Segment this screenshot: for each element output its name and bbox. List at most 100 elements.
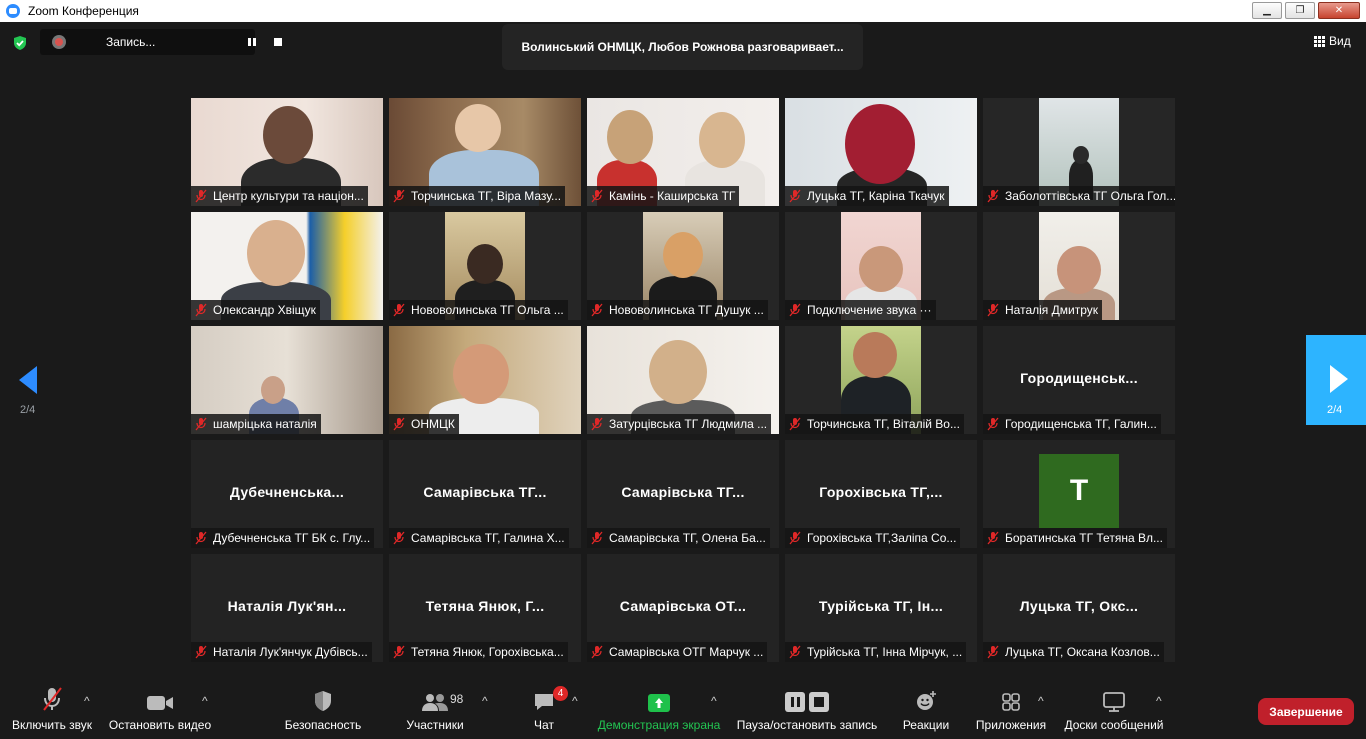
participant-video-tile[interactable]: Торчинська ТГ, Віра Мазу... — [389, 98, 581, 206]
participants-options-caret[interactable]: ^ — [482, 694, 488, 708]
participant-video-tile[interactable]: Горохівська ТГ,... Горохівська ТГ,Заліпа … — [785, 440, 977, 548]
view-button[interactable]: Вид — [1314, 34, 1351, 48]
participant-name-text: Торчинська ТГ, Віра Мазу... — [411, 189, 562, 203]
mic-muted-icon — [789, 189, 801, 203]
shield-icon[interactable] — [12, 35, 28, 51]
chat-unread-badge: 4 — [553, 686, 568, 701]
participant-name-text: Самарівська ТГ, Олена Ба... — [609, 531, 766, 545]
page-indicator-left: 2/4 — [20, 404, 36, 416]
stop-recording-button[interactable] — [270, 34, 286, 50]
stop-icon — [809, 692, 829, 712]
zoom-window: Zoom Конференция ▁ ❐ ✕ Запись... Волинсь… — [0, 0, 1366, 739]
participant-name-label: Боратинська ТГ Тетяна Вл... — [983, 528, 1167, 548]
unmute-button[interactable]: Включить звук — [8, 680, 96, 739]
mic-muted-icon — [789, 417, 801, 431]
mic-muted-icon — [393, 531, 405, 545]
mic-muted-icon — [591, 531, 603, 545]
previous-page-button[interactable]: 2/4 — [0, 336, 60, 426]
participant-video-tile[interactable]: Наталія Дмитрук — [983, 212, 1175, 320]
participant-video-tile[interactable]: Подключение звука ··· — [785, 212, 977, 320]
participant-video-tile[interactable]: Заболоттівська ТГ Ольга Гол... — [983, 98, 1175, 206]
participant-video-tile[interactable]: Дубечненська... Дубечненська ТГ БК с. Глу… — [191, 440, 383, 548]
participant-head — [247, 220, 305, 286]
participant-name-label: Дубечненська ТГ БК с. Глу... — [191, 528, 375, 548]
participant-video-tile[interactable]: ОНМЦК — [389, 326, 581, 434]
participants-label: Участники — [406, 718, 464, 732]
security-shield-icon — [315, 691, 331, 711]
participant-head — [453, 344, 509, 404]
apps-button[interactable]: Приложения — [972, 680, 1050, 739]
participant-name-label: Нововолинська ТГ Ольга ... — [389, 300, 568, 320]
participant-video-tile[interactable]: Луцька ТГ, Каріна Ткачук — [785, 98, 977, 206]
participant-display-name: Турійська ТГ, Ін... — [818, 598, 944, 614]
participant-name-text: Подключение звука ··· — [807, 303, 932, 317]
participant-avatar: T — [1039, 454, 1119, 528]
participant-name-label: Горохівська ТГ,Заліпа Со... — [785, 528, 961, 548]
participant-video-tile[interactable]: Торчинська ТГ, Віталій Во... — [785, 326, 977, 434]
mic-muted-icon — [789, 645, 801, 659]
participant-name-label: Заболоттівська ТГ Ольга Гол... — [983, 186, 1175, 206]
participant-video-tile[interactable]: Камінь - Каширська ТГ — [587, 98, 779, 206]
zoom-app-icon — [6, 4, 20, 18]
participant-name-label: Торчинська ТГ, Віталій Во... — [785, 414, 964, 434]
whiteboard-icon — [1103, 692, 1125, 712]
share-screen-button[interactable]: Демонстрация экрана — [596, 680, 722, 739]
reactions-label: Реакции — [902, 718, 950, 732]
participant-video-tile[interactable]: Луцька ТГ, Окс... Луцька ТГ, Оксана Козло… — [983, 554, 1175, 662]
participant-name-text: Турійська ТГ, Інна Мірчук, ... — [807, 645, 963, 659]
close-button[interactable]: ✕ — [1318, 2, 1360, 19]
next-page-button[interactable]: 2/4 — [1306, 335, 1366, 425]
participant-name-text: Самарівська ТГ, Галина Х... — [411, 531, 565, 545]
participants-button[interactable]: Участники — [400, 680, 470, 739]
maximize-button[interactable]: ❐ — [1285, 2, 1315, 19]
participant-video-tile[interactable]: шамріцька наталія — [191, 326, 383, 434]
participant-name-label: Луцька ТГ, Каріна Ткачук — [785, 186, 949, 206]
minimize-button[interactable]: ▁ — [1252, 2, 1282, 19]
apps-options-caret[interactable]: ^ — [1038, 694, 1044, 708]
participant-display-name: Наталія Лук'ян... — [227, 598, 347, 614]
participants-icon — [422, 694, 448, 711]
participant-video-tile[interactable]: Самарівська ОТ... Самарівська ОТГ Марчук … — [587, 554, 779, 662]
end-meeting-button[interactable]: Завершение — [1258, 698, 1354, 725]
participant-display-name: Луцька ТГ, Окс... — [1019, 598, 1139, 614]
video-options-caret[interactable]: ^ — [202, 694, 208, 708]
whiteboards-button[interactable]: Доски сообщений — [1060, 680, 1168, 739]
whiteboards-options-caret[interactable]: ^ — [1156, 694, 1162, 708]
reactions-button[interactable]: Реакции — [898, 680, 954, 739]
mic-muted-icon — [195, 417, 207, 431]
participant-video-tile[interactable]: Городищенськ... Городищенська ТГ, Галин..… — [983, 326, 1175, 434]
audio-options-caret[interactable]: ^ — [84, 694, 90, 708]
participant-video-tile[interactable]: Центр культури та націон... — [191, 98, 383, 206]
participant-head — [455, 104, 501, 152]
share-options-caret[interactable]: ^ — [711, 694, 717, 708]
chat-button[interactable]: 4 Чат — [522, 680, 568, 739]
pause-stop-recording-button[interactable]: Пауза/остановить запись — [734, 680, 880, 739]
participant-name-label: Луцька ТГ, Оксана Козлов... — [983, 642, 1164, 662]
participant-name-label: Камінь - Каширська ТГ — [587, 186, 740, 206]
participant-name-text: Тетяна Янюк, Горохівська... — [411, 645, 564, 659]
reaction-icon — [917, 691, 936, 710]
chat-options-caret[interactable]: ^ — [572, 694, 578, 708]
participant-name-label: шамріцька наталія — [191, 414, 321, 434]
mic-muted-icon — [591, 645, 603, 659]
participant-video-tile[interactable]: Турійська ТГ, Ін... Турійська ТГ, Інна Мі… — [785, 554, 977, 662]
pause-recording-button[interactable] — [244, 34, 260, 50]
participant-video-tile[interactable]: T Боратинська ТГ Тетяна Вл... — [983, 440, 1175, 548]
stop-video-button[interactable]: Остановить видео — [106, 680, 214, 739]
participant-head — [649, 340, 707, 404]
participant-video-tile[interactable]: Олександр Хвіщук — [191, 212, 383, 320]
participant-video-tile[interactable]: Тетяна Янюк, Г... Тетяна Янюк, Горохівськ… — [389, 554, 581, 662]
participant-head — [1073, 146, 1089, 164]
participant-video-tile[interactable]: Самарівська ТГ... Самарівська ТГ, Олена Б… — [587, 440, 779, 548]
share-screen-icon — [648, 694, 670, 712]
participant-name-label: Турійська ТГ, Інна Мірчук, ... — [785, 642, 967, 662]
participant-video-tile[interactable]: Затурцівська ТГ Людмила ... — [587, 326, 779, 434]
participant-video-tile[interactable]: Нововолинська ТГ Душук ... — [587, 212, 779, 320]
security-button[interactable]: Безопасность — [276, 680, 370, 739]
participant-video-tile[interactable]: Нововолинська ТГ Ольга ... — [389, 212, 581, 320]
participant-head — [699, 112, 745, 168]
mic-muted-icon — [987, 531, 999, 545]
participant-video-tile[interactable]: Наталія Лук'ян... Наталія Лук'янчук Дубів… — [191, 554, 383, 662]
participant-name-text: Камінь - Каширська ТГ — [609, 189, 736, 203]
participant-video-tile[interactable]: Самарівська ТГ... Самарівська ТГ, Галина … — [389, 440, 581, 548]
